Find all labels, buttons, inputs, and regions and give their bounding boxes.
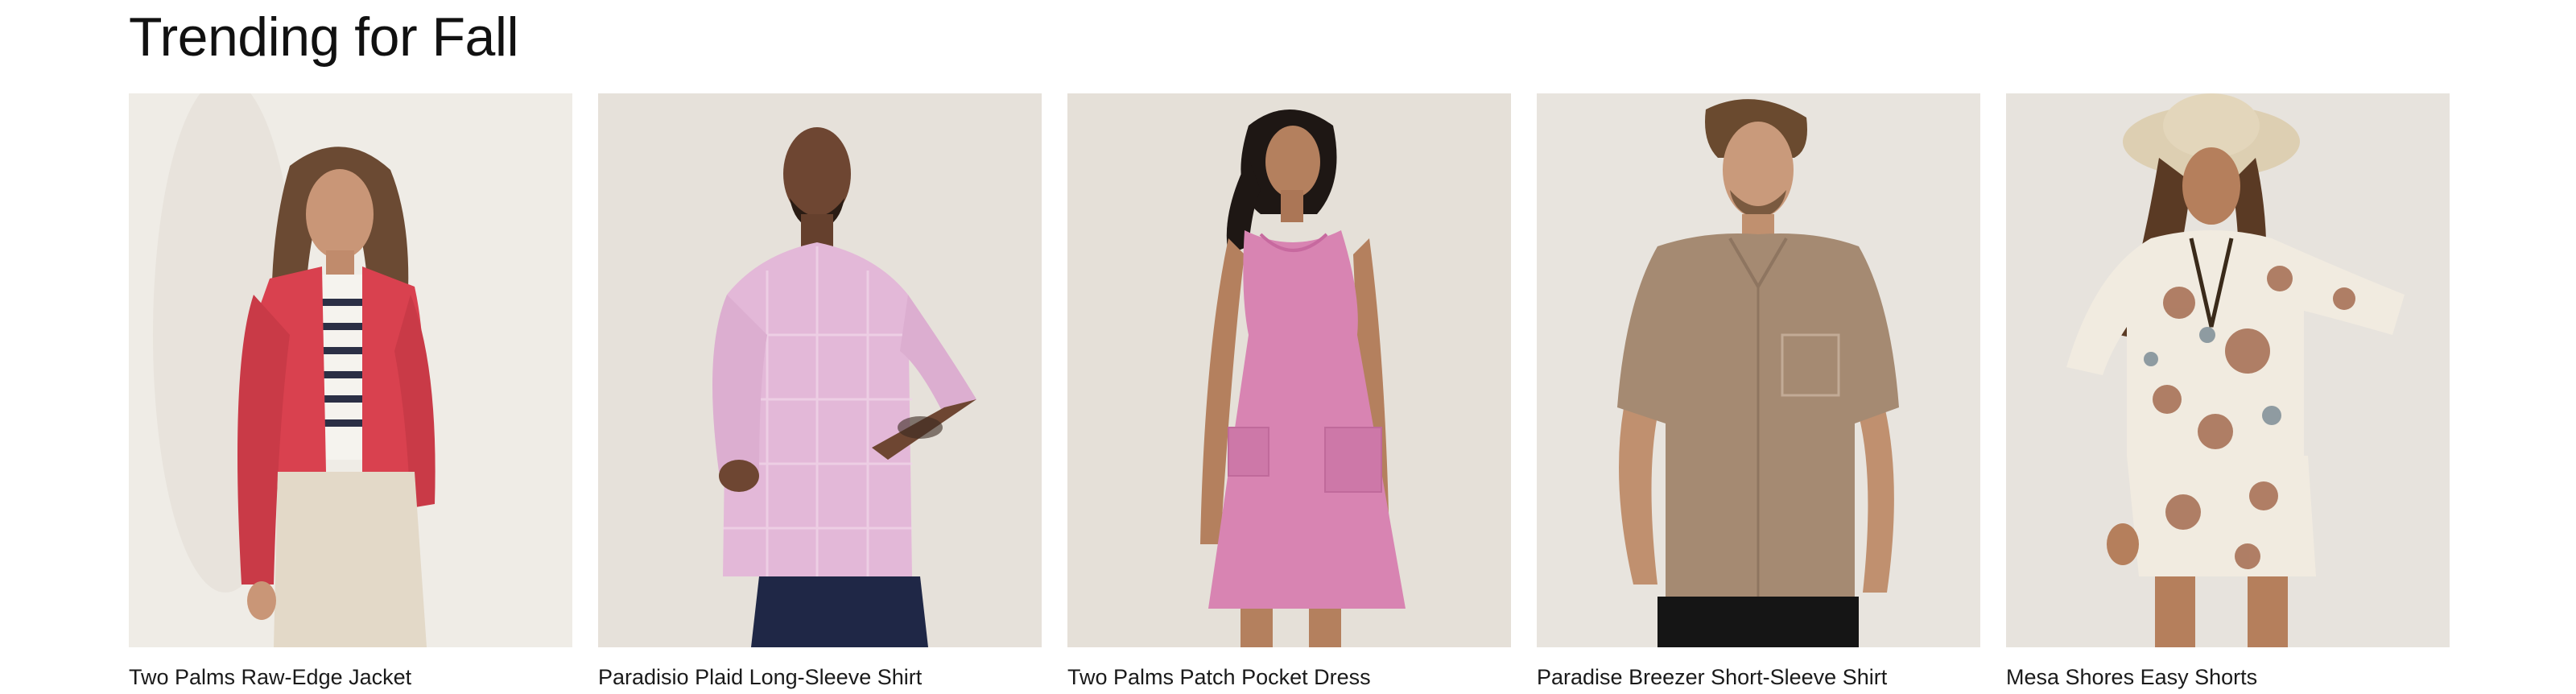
product-image[interactable]: [2006, 93, 2450, 647]
product-photo-shirt: [1537, 93, 1980, 647]
product-grid: Two Palms Raw-Edge Jacket Paradisio Plai…: [129, 93, 2450, 691]
product-name[interactable]: Two Palms Raw-Edge Jacket: [129, 663, 572, 691]
product-photo-shirt: [598, 93, 1042, 647]
product-card[interactable]: Paradise Breezer Short-Sleeve Shirt: [1537, 93, 1980, 691]
section-title: Trending for Fall: [129, 6, 519, 68]
product-name[interactable]: Paradisio Plaid Long-Sleeve Shirt: [598, 663, 1042, 691]
product-card[interactable]: Paradisio Plaid Long-Sleeve Shirt: [598, 93, 1042, 691]
product-card[interactable]: Mesa Shores Easy Shorts: [2006, 93, 2450, 691]
product-photo-jacket: [129, 93, 572, 647]
product-name[interactable]: Mesa Shores Easy Shorts: [2006, 663, 2450, 691]
product-name[interactable]: Two Palms Patch Pocket Dress: [1067, 663, 1511, 691]
product-image[interactable]: [598, 93, 1042, 647]
product-card[interactable]: Two Palms Raw-Edge Jacket: [129, 93, 572, 691]
product-name[interactable]: Paradise Breezer Short-Sleeve Shirt: [1537, 663, 1980, 691]
trending-section: Trending for Fall Two Palms Raw-Edge Jac…: [129, 0, 2450, 694]
product-image[interactable]: [129, 93, 572, 647]
product-card[interactable]: Two Palms Patch Pocket Dress: [1067, 93, 1511, 691]
product-image[interactable]: [1537, 93, 1980, 647]
product-photo-dress: [1067, 93, 1511, 647]
product-image[interactable]: [1067, 93, 1511, 647]
product-photo-shorts: [2006, 93, 2450, 647]
